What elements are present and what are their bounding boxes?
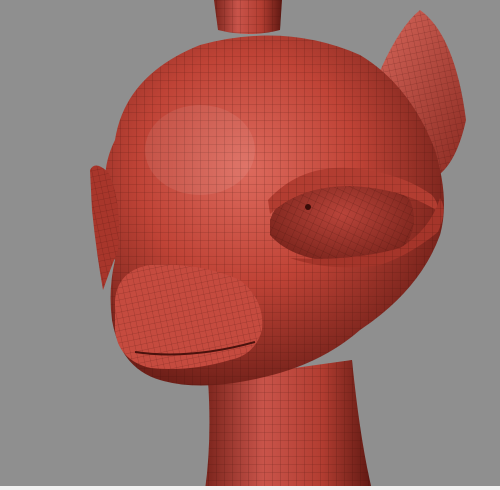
3d-viewport[interactable] [0,0,500,490]
bottom-border [0,486,500,490]
top-stem [214,0,282,34]
muzzle [115,264,263,369]
sculpt-render [0,0,500,490]
eye-pole-icon [305,204,311,210]
